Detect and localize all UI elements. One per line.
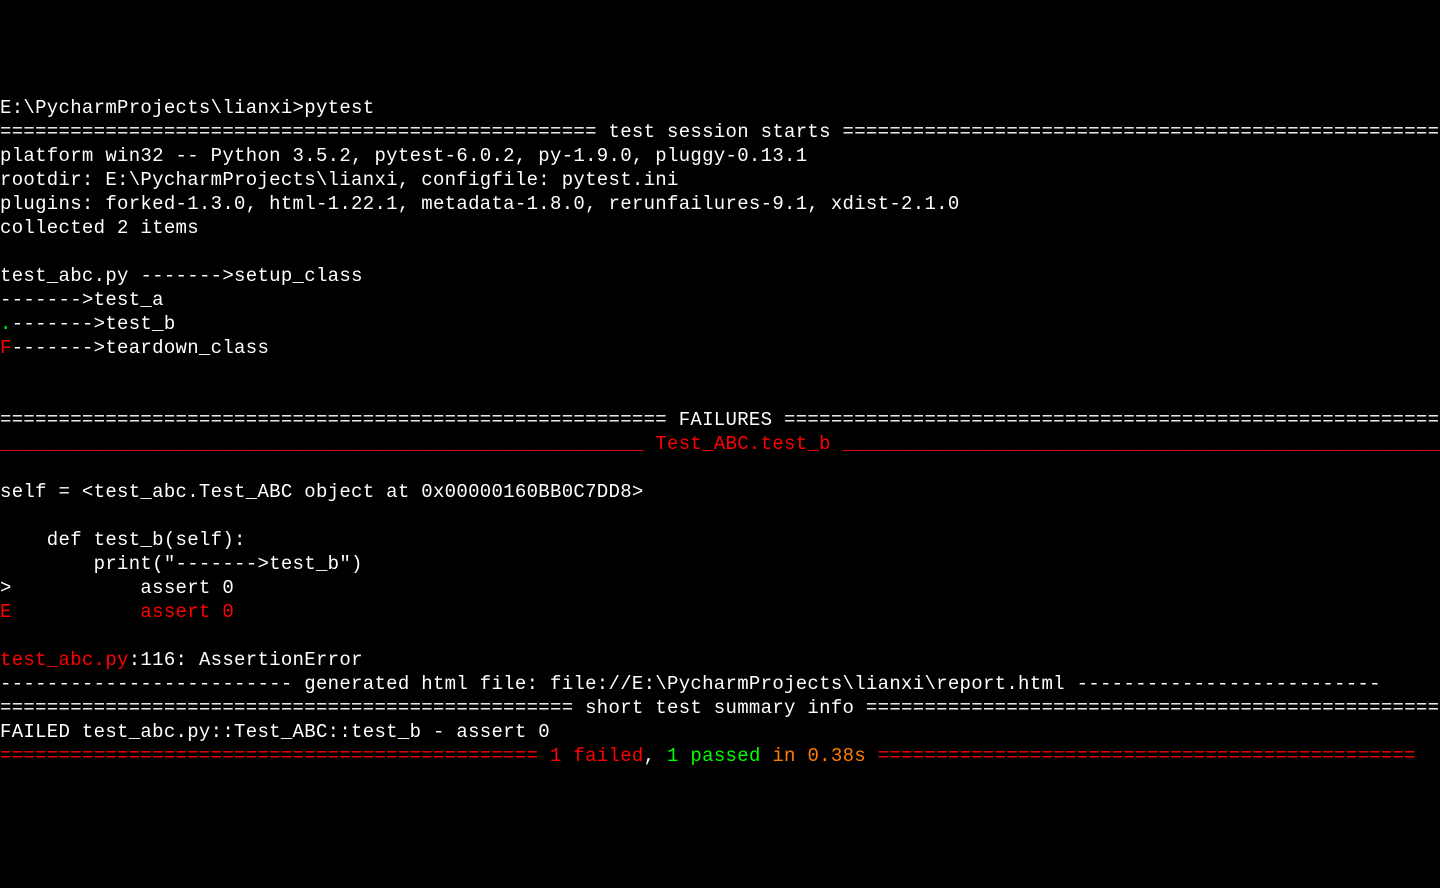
code-def-line: def test_b(self): [0,529,246,551]
result-line-prefix: ========================================… [0,745,550,767]
platform-info: platform win32 -- Python 3.5.2, pytest-6… [0,145,807,167]
teardown-class-output: ------->teardown_class [12,337,269,359]
terminal-output: E:\PycharmProjects\lianxi>pytest =======… [0,96,1440,768]
session-header: ========================================… [0,121,1439,143]
result-comma: , [644,745,667,767]
test-file-name: test_abc.py [0,265,140,287]
collected-items: collected 2 items [0,217,199,239]
failed-summary-line: FAILED test_abc.py::Test_ABC::test_b - a… [0,721,550,743]
plugins-info: plugins: forked-1.3.0, html-1.22.1, meta… [0,193,960,215]
self-object-repr: self = <test_abc.Test_ABC object at 0x00… [0,481,644,503]
result-line-suffix: ========================================… [866,745,1416,767]
result-passed-count: 1 passed [667,745,761,767]
test-b-output: ------->test_b [12,313,176,335]
test-name-underline-left: ________________________________________… [0,433,655,455]
test-a-output: ------->test_a [0,289,164,311]
command-prompt: E:\PycharmProjects\lianxi>pytest [0,97,374,119]
failed-test-name: Test_ABC.test_b [655,433,831,455]
generated-html-file: ------------------------- generated html… [0,673,1381,695]
error-marker: E [0,601,12,623]
traceback-location: :116: AssertionError [129,649,363,671]
code-print-line: print("------->test_b") [0,553,363,575]
test-fail-f-icon: F [0,337,12,359]
result-failed-count: 1 failed [550,745,644,767]
code-assert-marker: > [0,577,12,599]
error-assert-line: assert 0 [12,601,234,623]
test-name-underline-right: ________________________________________… [831,433,1440,455]
test-pass-dot-icon: . [0,313,12,335]
result-time: in 0.38s [761,745,866,767]
traceback-file: test_abc.py [0,649,129,671]
code-assert-line: assert 0 [12,577,234,599]
rootdir-info: rootdir: E:\PycharmProjects\lianxi, conf… [0,169,679,191]
summary-header: ========================================… [0,697,1440,719]
failures-header: ========================================… [0,409,1440,431]
setup-class-output: ------->setup_class [140,265,362,287]
